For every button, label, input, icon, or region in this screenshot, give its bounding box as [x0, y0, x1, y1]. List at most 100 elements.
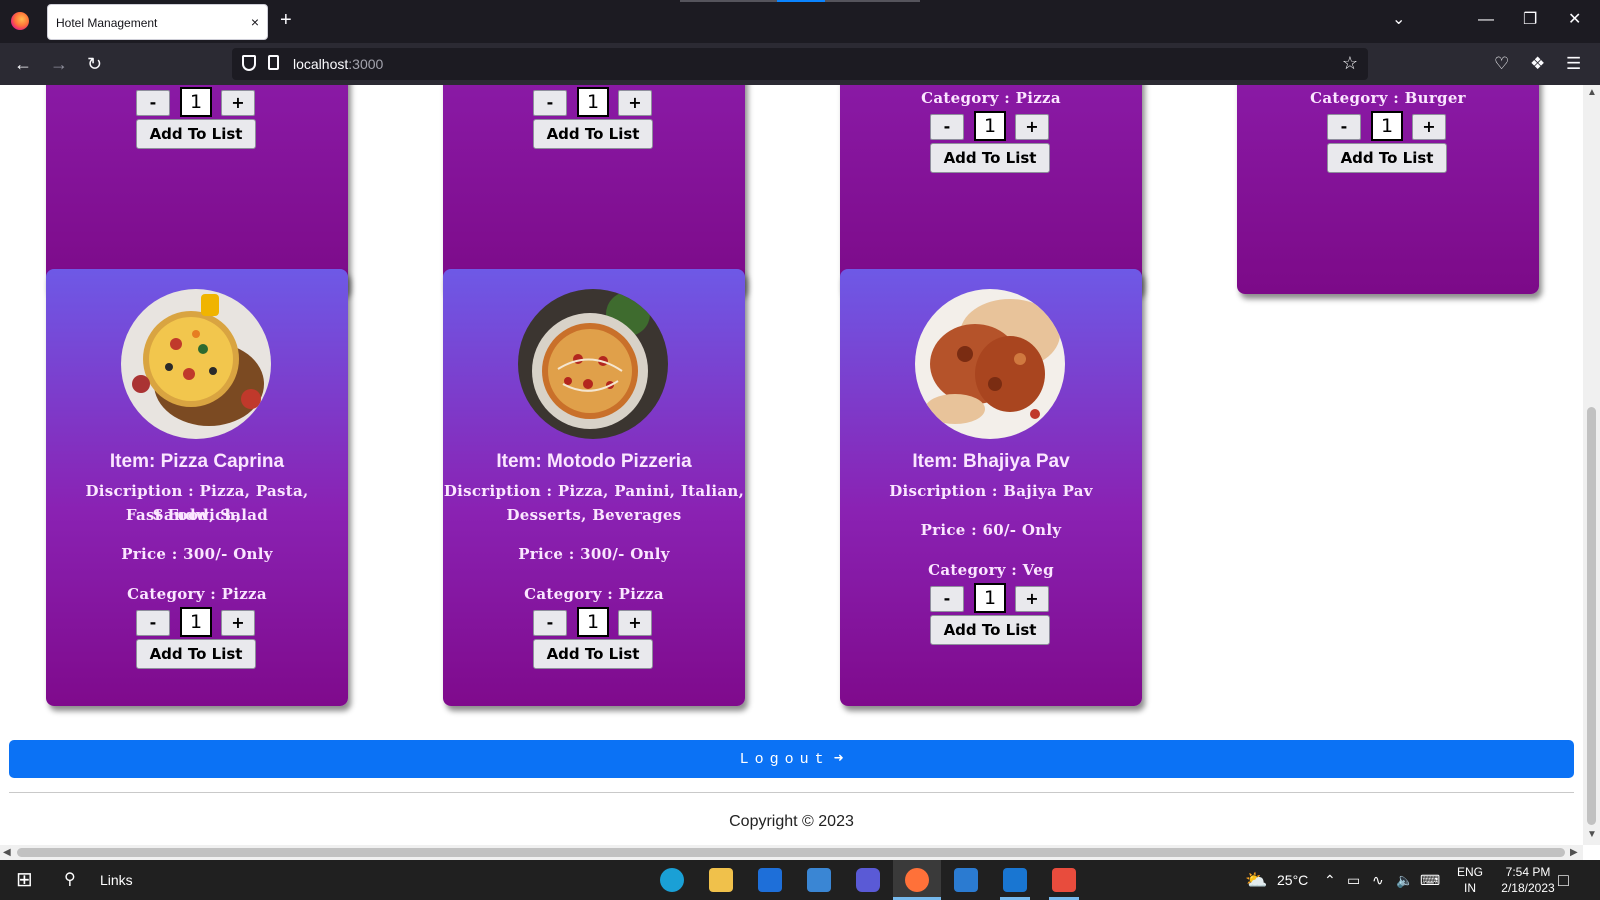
add-to-list-button[interactable]: Add To List: [533, 639, 653, 669]
item-name: Item: Pizza Caprina: [109, 451, 285, 472]
battery-icon[interactable]: ▭: [1347, 860, 1360, 900]
quantity-stepper: - 1 +: [1237, 111, 1539, 141]
page-info-icon[interactable]: [268, 55, 279, 70]
horizontal-scroll-thumb[interactable]: [17, 848, 1565, 857]
edge-icon[interactable]: [660, 868, 684, 892]
item-category: Category : Pizza: [921, 89, 1061, 107]
restore-icon[interactable]: ❐: [1523, 10, 1537, 30]
increment-button[interactable]: +: [1412, 114, 1446, 140]
quantity-stepper: - 1 +: [840, 111, 1142, 141]
decrement-button[interactable]: -: [533, 90, 567, 116]
language-indicator[interactable]: ENG IN: [1452, 864, 1488, 896]
notifications-icon[interactable]: □: [1558, 860, 1569, 900]
add-to-list-button[interactable]: Add To List: [930, 143, 1050, 173]
store-icon[interactable]: [807, 868, 831, 892]
quantity-value[interactable]: 1: [1371, 111, 1403, 141]
decrement-button[interactable]: -: [136, 610, 170, 636]
pocket-icon[interactable]: ♡: [1494, 54, 1509, 74]
quantity-value[interactable]: 1: [180, 87, 212, 117]
mail-icon[interactable]: [758, 868, 782, 892]
weather-temp[interactable]: 25°C: [1277, 860, 1308, 900]
increment-button[interactable]: +: [618, 90, 652, 116]
add-to-list-button[interactable]: Add To List: [533, 119, 653, 149]
item-category: Category : Pizza: [127, 585, 267, 603]
quantity-value[interactable]: 1: [577, 87, 609, 117]
search-icon[interactable]: ⚲: [64, 860, 76, 900]
increment-button[interactable]: +: [221, 90, 255, 116]
increment-button[interactable]: +: [1015, 114, 1049, 140]
forward-icon[interactable]: →: [50, 54, 68, 74]
tracking-shield-icon[interactable]: [242, 55, 256, 71]
back-icon[interactable]: ←: [14, 54, 32, 74]
food-card: Item: Motodo Pizzeria Discription : Pizz…: [443, 269, 745, 706]
scroll-up-icon[interactable]: ▲: [1587, 87, 1597, 98]
quantity-stepper: - 1 +: [443, 607, 745, 637]
item-description: Discription : Pizza, Panini, Italian,: [443, 482, 745, 500]
postman-icon[interactable]: [1052, 868, 1076, 892]
item-category: Category : Pizza: [524, 585, 664, 603]
logout-button[interactable]: Logout ➜: [9, 740, 1574, 778]
decrement-button[interactable]: -: [930, 114, 964, 140]
add-to-list-button[interactable]: Add To List: [136, 639, 256, 669]
close-window-icon[interactable]: ✕: [1568, 10, 1581, 30]
taskbar-search-label[interactable]: Links: [100, 860, 133, 900]
quantity-value[interactable]: 1: [577, 607, 609, 637]
item-description: Discription : Bajiya Pav: [889, 482, 1093, 500]
firefox-taskbar-icon[interactable]: [905, 868, 929, 892]
quantity-value[interactable]: 1: [180, 607, 212, 637]
weather-icon[interactable]: ⛅: [1245, 860, 1267, 900]
item-price: Price : 60/- Only: [920, 521, 1062, 539]
vscode-icon[interactable]: [1003, 868, 1027, 892]
item-description: Fast Food, Salad: [125, 506, 269, 524]
start-icon[interactable]: ⊞: [16, 860, 33, 900]
decrement-button[interactable]: -: [136, 90, 170, 116]
increment-button[interactable]: +: [1015, 586, 1049, 612]
browser-tab[interactable]: Hotel Management ×: [47, 4, 268, 40]
region-code: IN: [1464, 881, 1476, 895]
scroll-right-icon[interactable]: ▶: [1570, 847, 1578, 858]
remote-desktop-icon[interactable]: [954, 868, 978, 892]
url-text[interactable]: localhost:3000: [293, 56, 383, 72]
decrement-button[interactable]: -: [533, 610, 567, 636]
volume-icon[interactable]: 🔈: [1396, 860, 1413, 900]
tab-close-icon[interactable]: ×: [251, 13, 259, 31]
quantity-value[interactable]: 1: [974, 583, 1006, 613]
add-to-list-button[interactable]: Add To List: [1327, 143, 1447, 173]
menu-icon[interactable]: ☰: [1566, 54, 1581, 74]
vertical-scroll-thumb[interactable]: [1587, 407, 1596, 825]
app-icon[interactable]: [856, 868, 880, 892]
increment-button[interactable]: +: [618, 610, 652, 636]
food-card: Item: Pizza Caprina Discription : Pizza,…: [46, 269, 348, 706]
food-card: - 1 + Add To List: [46, 85, 348, 294]
firefox-logo-icon[interactable]: [11, 12, 29, 30]
bookmark-star-icon[interactable]: ☆: [1342, 53, 1358, 74]
page-content: - 1 + Add To List - 1 + Add To List Cate…: [0, 85, 1583, 845]
footer-divider: [9, 792, 1574, 793]
show-hidden-icons-icon[interactable]: ⌃: [1324, 860, 1336, 900]
decrement-button[interactable]: -: [930, 586, 964, 612]
wifi-icon[interactable]: ∿: [1372, 860, 1384, 900]
url-bar[interactable]: localhost:3000 ☆: [232, 48, 1368, 80]
scroll-down-icon[interactable]: ▼: [1587, 829, 1597, 840]
logout-icon: ➜: [833, 750, 844, 768]
file-explorer-icon[interactable]: [709, 868, 733, 892]
quantity-stepper: - 1 +: [46, 607, 348, 637]
browser-navbar: ← → ↻ localhost:3000 ☆ ♡ ❖ ☰: [0, 43, 1600, 85]
quantity-value[interactable]: 1: [974, 111, 1006, 141]
increment-button[interactable]: +: [221, 610, 255, 636]
scroll-left-icon[interactable]: ◀: [3, 847, 11, 858]
add-to-list-button[interactable]: Add To List: [136, 119, 256, 149]
reload-icon[interactable]: ↻: [87, 54, 102, 74]
motodo-pizzeria-image: [518, 289, 668, 439]
new-tab-icon[interactable]: +: [280, 10, 292, 30]
list-all-tabs-icon[interactable]: ⌄: [1392, 10, 1405, 30]
extensions-icon[interactable]: ❖: [1530, 54, 1545, 74]
decrement-button[interactable]: -: [1327, 114, 1361, 140]
add-to-list-button[interactable]: Add To List: [930, 615, 1050, 645]
minimize-icon[interactable]: —: [1478, 10, 1494, 30]
clock[interactable]: 7:54 PM 2/18/2023: [1490, 864, 1566, 896]
vertical-scrollbar[interactable]: ▲ ▼: [1583, 85, 1600, 845]
item-description: Desserts, Beverages: [506, 506, 682, 524]
horizontal-scrollbar[interactable]: ◀ ▶: [0, 845, 1583, 860]
keyboard-icon[interactable]: ⌨: [1420, 860, 1440, 900]
